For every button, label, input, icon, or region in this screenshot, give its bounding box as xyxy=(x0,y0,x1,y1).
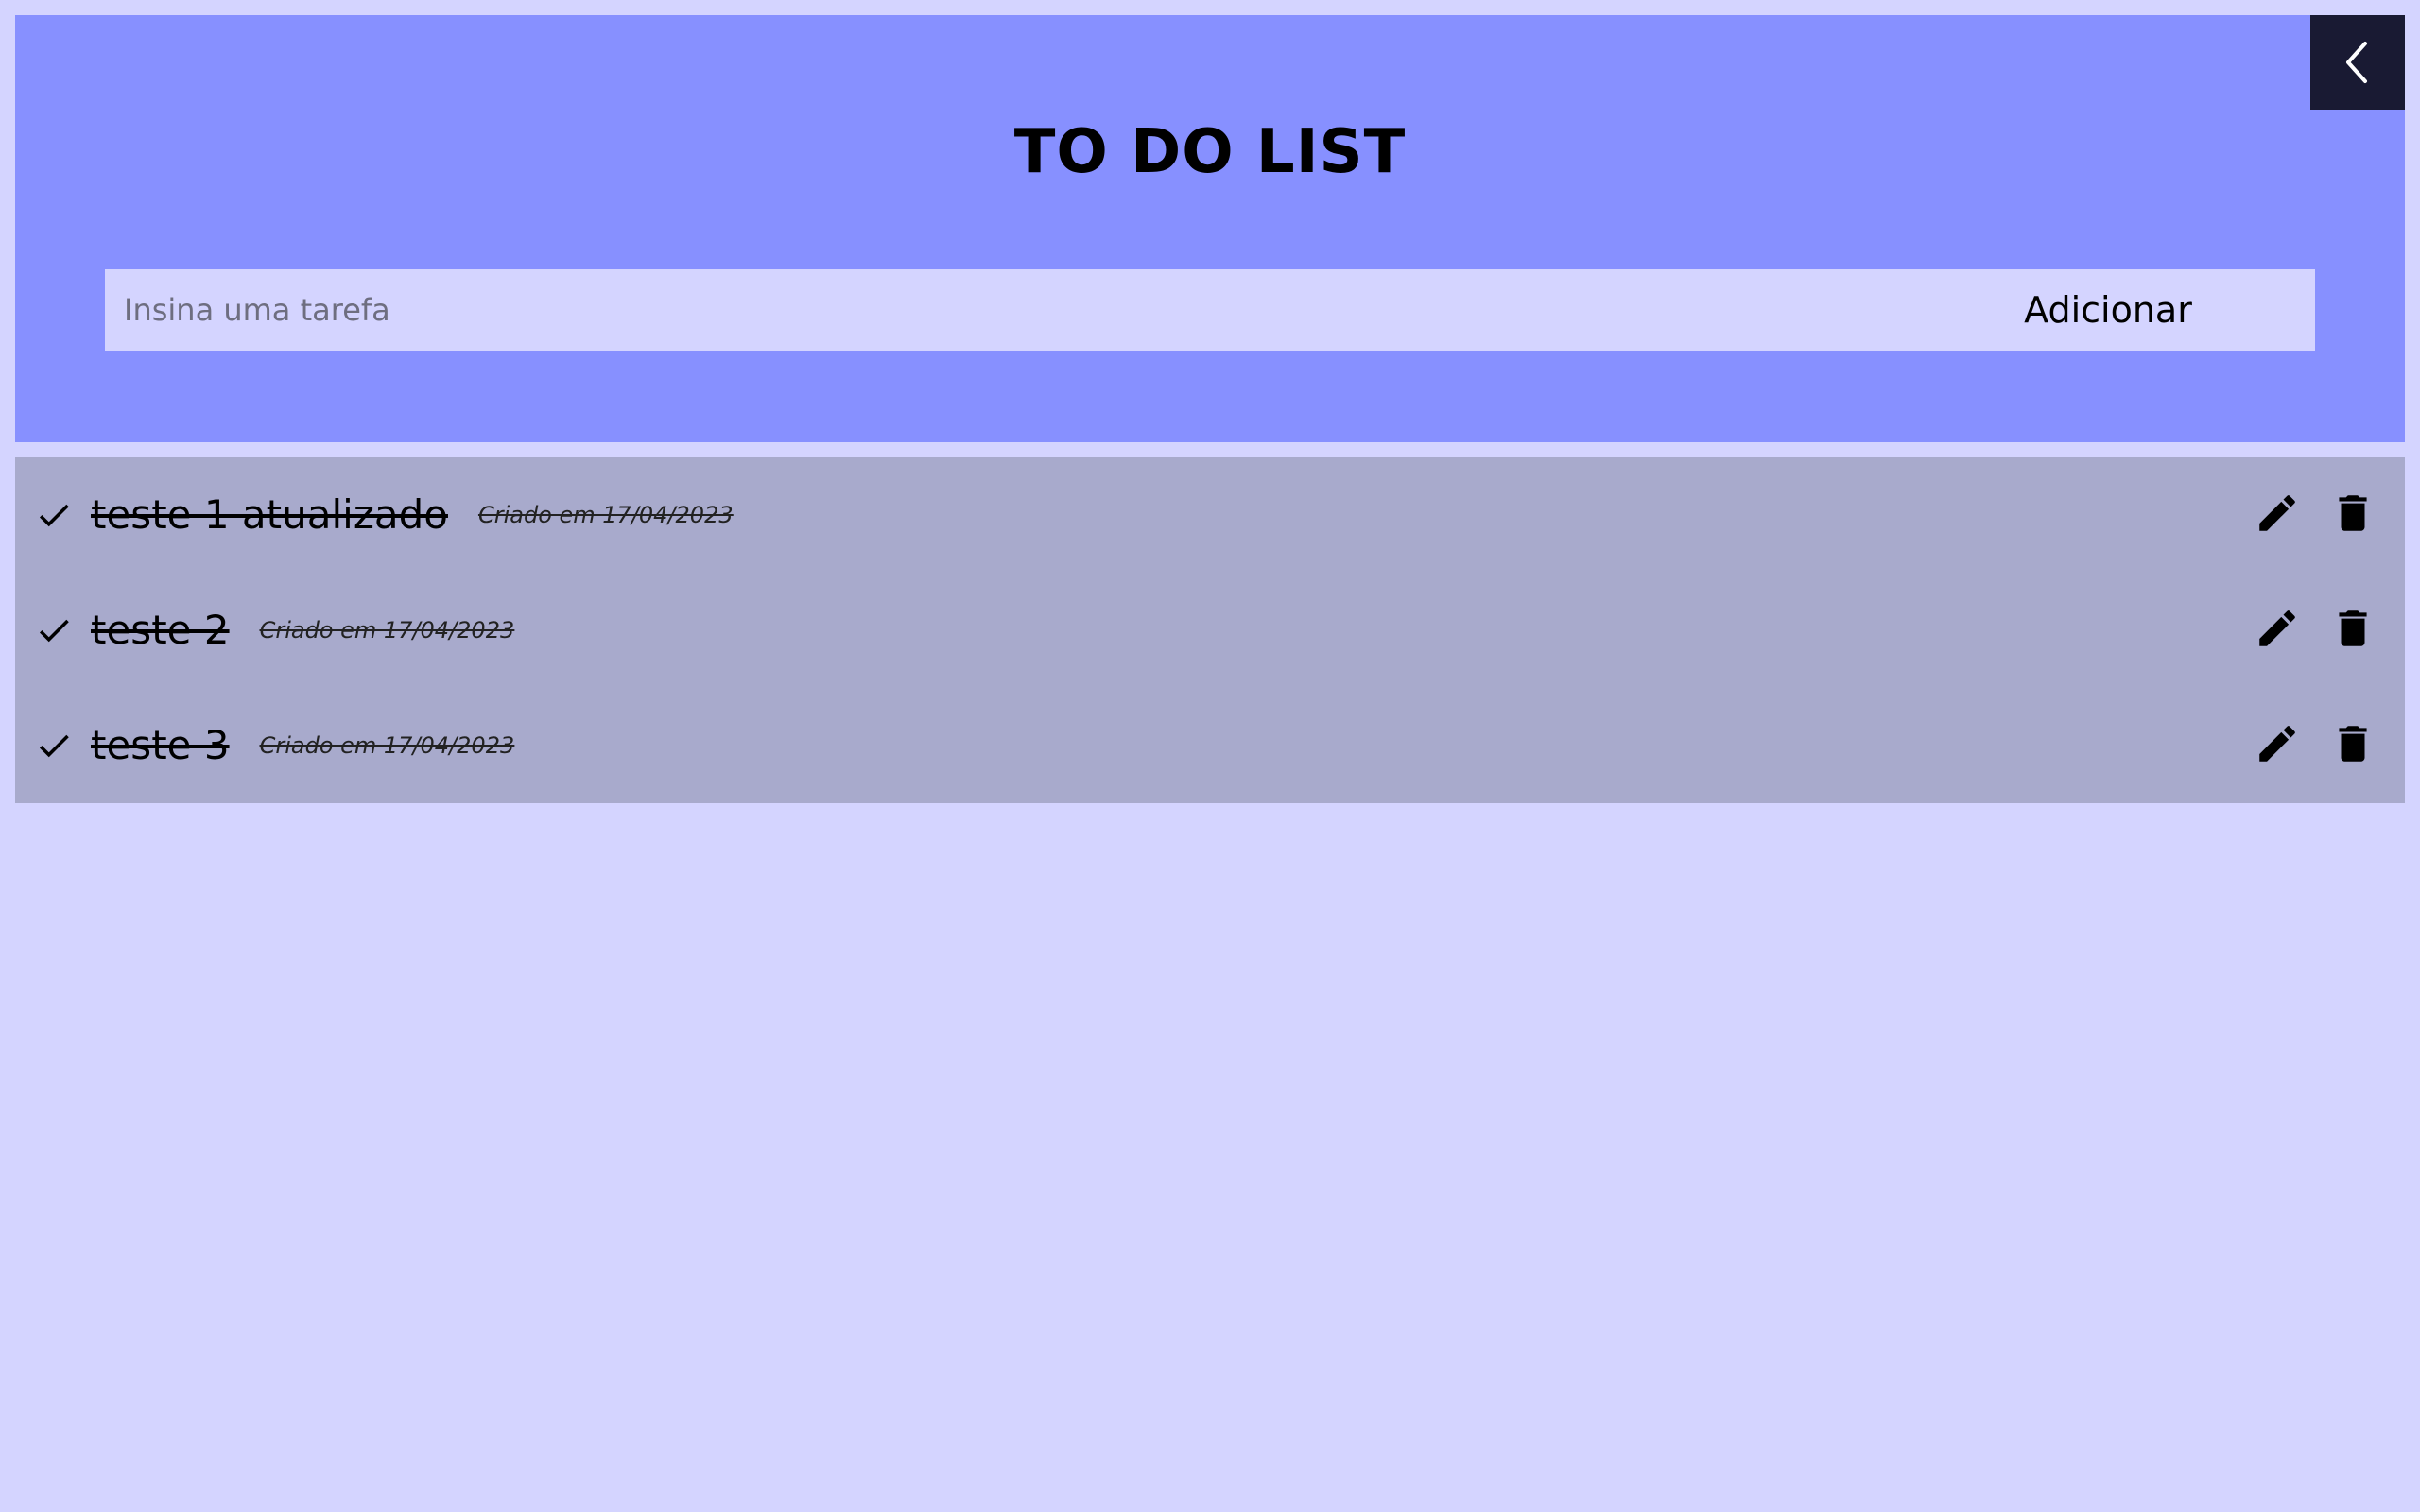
task-input[interactable] xyxy=(105,269,1901,351)
task-date: Criado em 17/04/2023 xyxy=(477,502,734,528)
check-icon[interactable] xyxy=(34,726,74,765)
chevron-left-icon xyxy=(2346,42,2367,83)
add-task-button[interactable]: Adicionar xyxy=(1901,269,2315,351)
task-date: Criado em 17/04/2023 xyxy=(259,617,515,644)
trash-icon[interactable] xyxy=(2329,490,2377,537)
task-form: Adicionar xyxy=(105,269,2315,351)
task-title: teste 1 atualizado xyxy=(91,491,448,538)
task-item: teste 3 Criado em 17/04/2023 xyxy=(91,722,514,768)
task-item: teste 1 atualizado Criado em 17/04/2023 xyxy=(91,491,734,538)
check-icon[interactable] xyxy=(34,495,74,535)
task-date: Criado em 17/04/2023 xyxy=(259,732,515,759)
task-item: teste 2 Criado em 17/04/2023 xyxy=(91,607,514,653)
pencil-icon[interactable] xyxy=(2254,605,2301,652)
check-icon[interactable] xyxy=(34,610,74,650)
task-title: teste 3 xyxy=(91,722,230,768)
pencil-icon[interactable] xyxy=(2254,720,2301,767)
task-row: teste 1 atualizado Criado em 17/04/2023 xyxy=(15,457,2405,573)
task-row: teste 2 Criado em 17/04/2023 xyxy=(15,573,2405,688)
task-title: teste 2 xyxy=(91,607,230,653)
trash-icon[interactable] xyxy=(2329,605,2377,652)
back-button[interactable] xyxy=(2310,15,2405,110)
page-title: TO DO LIST xyxy=(1013,117,1407,187)
task-list: teste 1 atualizado Criado em 17/04/2023 … xyxy=(15,457,2405,803)
pencil-icon[interactable] xyxy=(2254,490,2301,537)
task-row: teste 3 Criado em 17/04/2023 xyxy=(15,688,2405,803)
header: TO DO LIST Adicionar xyxy=(15,15,2405,442)
trash-icon[interactable] xyxy=(2329,720,2377,767)
